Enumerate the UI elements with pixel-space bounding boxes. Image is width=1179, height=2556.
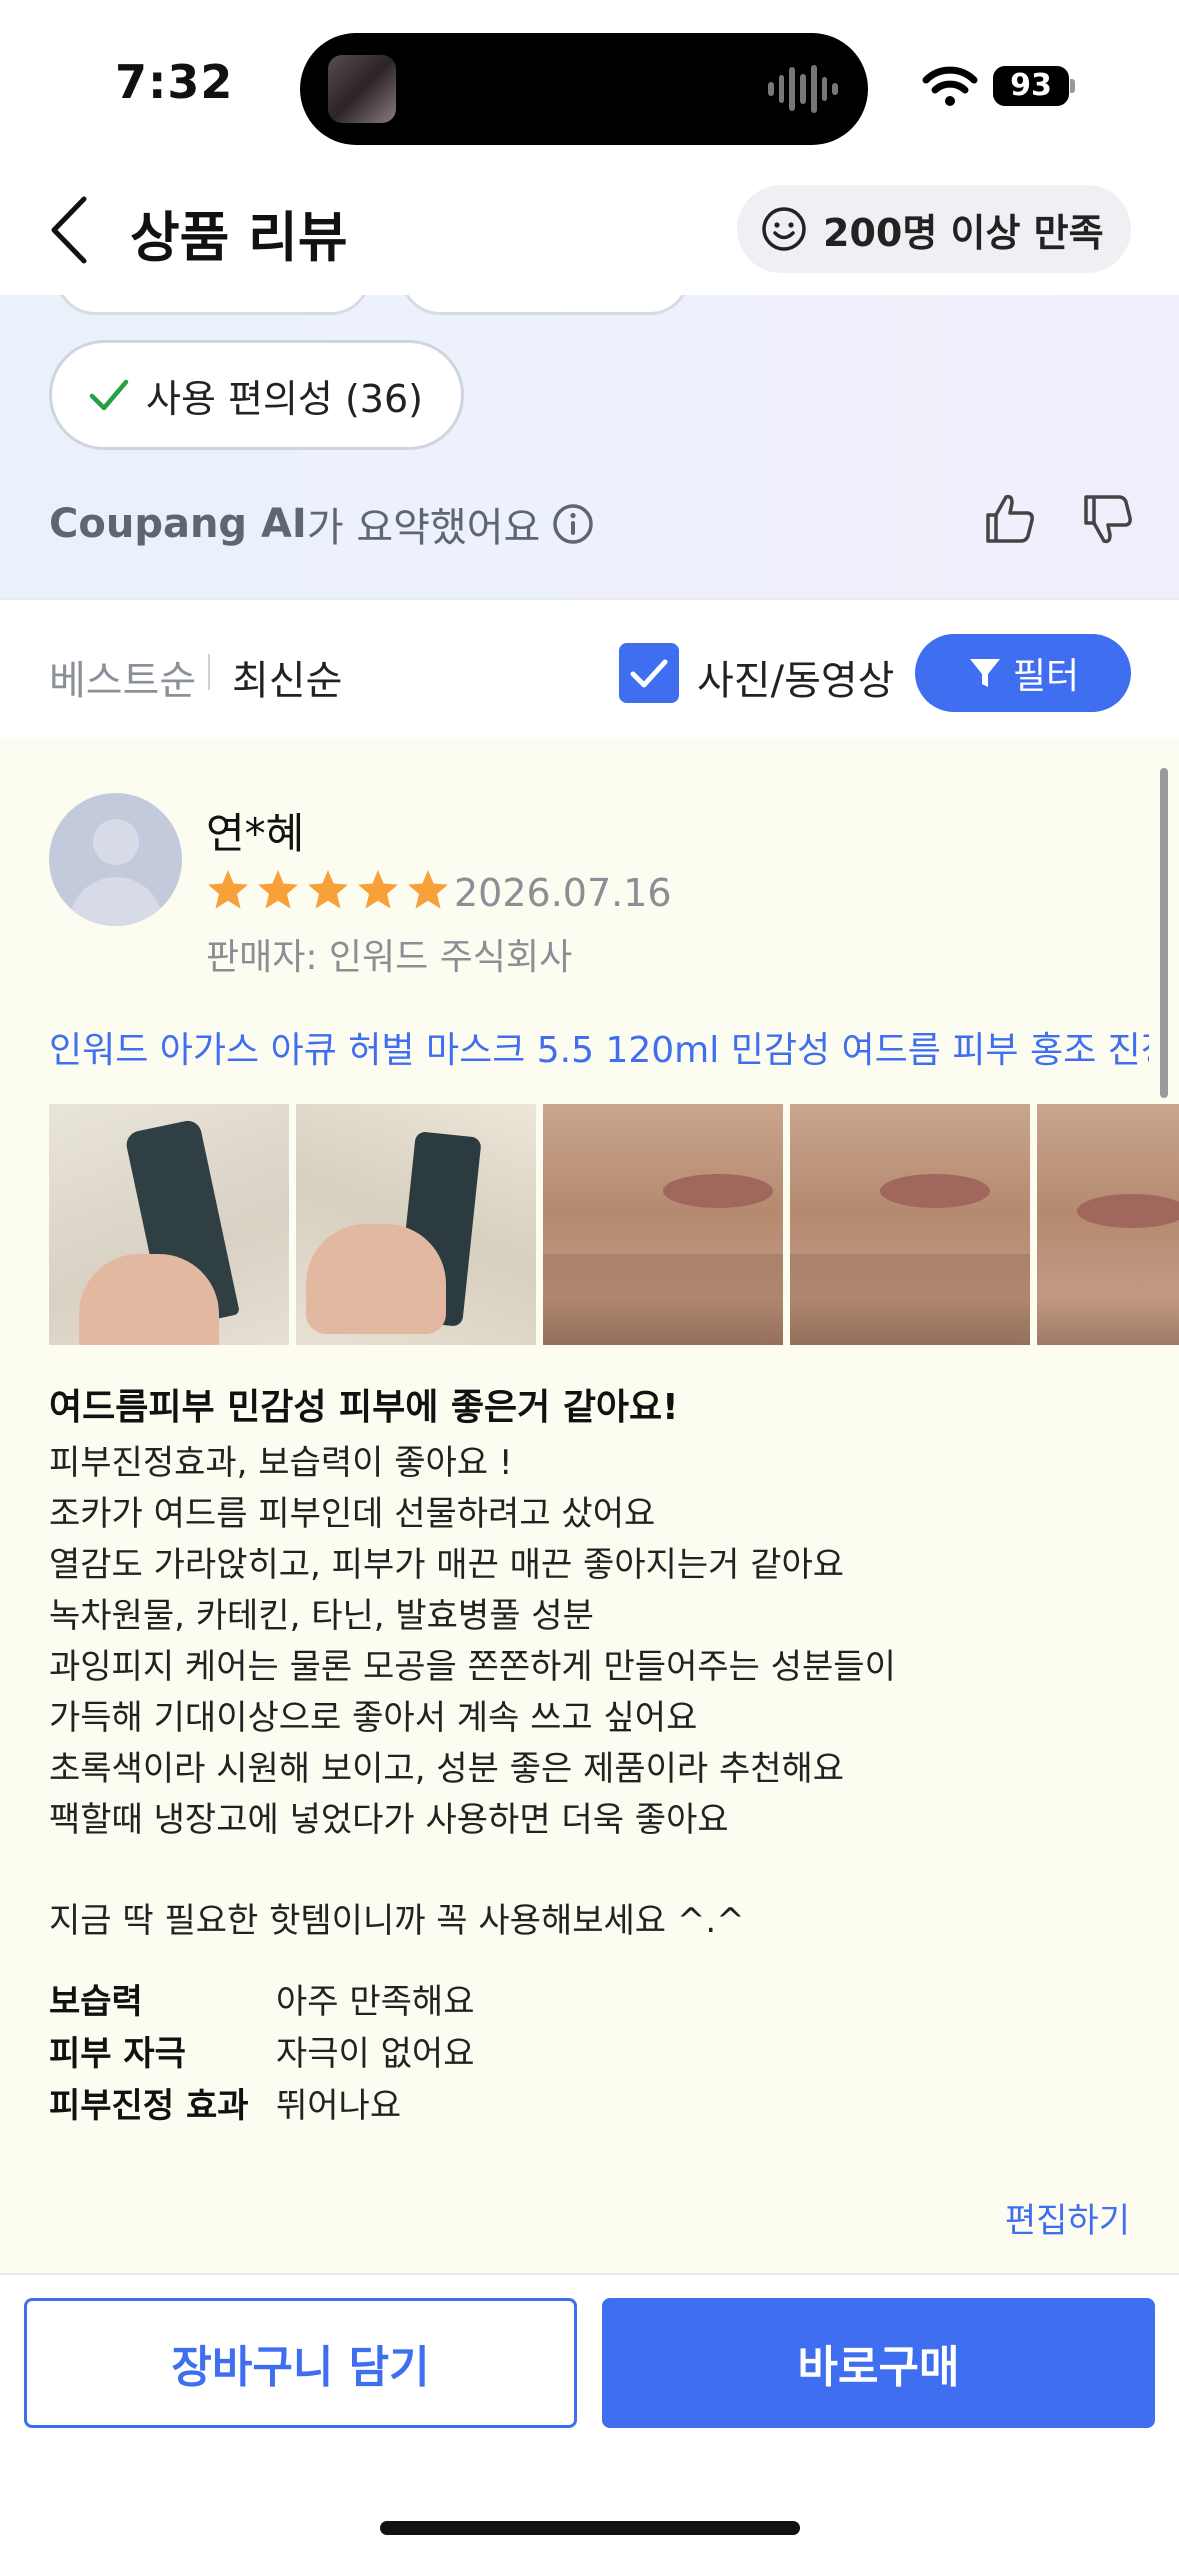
star-icon — [308, 870, 348, 909]
status-time: 7:32 — [115, 55, 234, 109]
status-bar: 7:32 93 — [0, 0, 1179, 165]
rating-value: 아주 만족해요 — [276, 1982, 475, 2022]
avatar — [49, 793, 182, 926]
photo-video-label[interactable]: 사진/동영상 — [697, 648, 894, 706]
bottom-action-bar: 장바구니 담기 바로구매 — [0, 2273, 1179, 2556]
now-playing-thumbnail — [328, 55, 396, 123]
rating-row: 피부진정 효과 뛰어나요 — [49, 2080, 475, 2132]
review-date: 2026.07.16 — [454, 871, 672, 915]
info-icon[interactable] — [552, 503, 594, 545]
review-photo-strip[interactable] — [49, 1104, 1179, 1345]
cart-label: 장바구니 담기 — [171, 2342, 430, 2393]
review-body-line: 초록색이라 시원해 보이고, 성분 좋은 제품이라 추천해요 — [49, 1749, 845, 1789]
ai-credit: Coupang AI 가 요약했어요 — [49, 495, 594, 553]
satisfaction-badge: 200명 이상 만족 — [737, 185, 1131, 273]
battery-indicator: 93 — [993, 66, 1069, 106]
ai-summary-section: 사용 편의성 (36) Coupang AI 가 요약했어요 — [0, 295, 1179, 598]
home-indicator[interactable] — [380, 2521, 800, 2535]
review-body-line: 지금 딱 필요한 핫템이니까 꼭 사용해보세요 ^.^ — [49, 1901, 745, 1941]
review-body: 피부진정효과, 보습력이 좋아요 ! 조카가 여드름 피부인데 선물하려고 샀어요… — [49, 1438, 1139, 1947]
summary-chip[interactable] — [55, 295, 371, 315]
rating-value: 뛰어나요 — [276, 2086, 402, 2126]
rating-row: 보습력 아주 만족해요 — [49, 1976, 475, 2028]
star-icon — [208, 870, 248, 909]
filter-funnel-icon — [969, 659, 1000, 687]
sort-filter-bar: 베스트순 최신순 사진/동영상 필터 — [0, 598, 1179, 738]
rating-value: 자극이 없어요 — [276, 2034, 475, 2074]
edit-link[interactable]: 편집하기 — [1005, 2193, 1130, 2242]
filter-button[interactable]: 필터 — [915, 634, 1131, 712]
star-rating — [206, 868, 450, 912]
summary-chip[interactable] — [400, 295, 690, 315]
star-icon — [408, 870, 448, 909]
review-body-line: 팩할때 냉장고에 넣었다가 사용하면 더욱 좋아요 — [49, 1800, 729, 1840]
review-body-line: 과잉피지 케어는 물론 모공을 쫀쫀하게 만들어주는 성분들이 — [49, 1647, 896, 1687]
ai-credit-text: 가 요약했어요 — [306, 505, 541, 551]
seller-name: 판매자: 인워드 주식회사 — [206, 937, 573, 978]
review-photo[interactable] — [296, 1104, 536, 1345]
review-photo[interactable] — [543, 1104, 783, 1345]
photo-video-checkbox[interactable] — [619, 643, 679, 703]
page-header: 상품 리뷰 200명 이상 만족 — [0, 165, 1179, 295]
rating-label: 피부진정 효과 — [49, 2086, 249, 2126]
filter-label: 필터 — [1012, 656, 1080, 697]
review-title: 여드름피부 민감성 피부에 좋은거 같아요! — [49, 1387, 679, 1428]
review-photo[interactable] — [49, 1104, 289, 1345]
wifi-icon — [922, 66, 978, 106]
buy-now-button[interactable]: 바로구매 — [602, 2298, 1155, 2428]
back-chevron-icon[interactable] — [40, 193, 100, 267]
review-body-line: 가득해 기대이상으로 좋아서 계속 쓰고 싶어요 — [49, 1698, 698, 1738]
thumbs-down-icon[interactable] — [1080, 491, 1136, 547]
audio-waveform-icon — [768, 63, 839, 115]
scrollbar[interactable] — [1160, 768, 1168, 1098]
review-body-line: 녹차원물, 카테킨, 타닌, 발효병풀 성분 — [49, 1596, 594, 1636]
rating-label: 피부 자극 — [49, 2034, 186, 2074]
review-body-line: 피부진정효과, 보습력이 좋아요 ! — [49, 1443, 513, 1483]
star-icon — [258, 870, 298, 909]
battery-nub — [1070, 79, 1075, 93]
rating-label: 보습력 — [49, 1982, 143, 2022]
smile-icon — [762, 207, 806, 251]
review-body-line: 열감도 가라앉히고, 피부가 매끈 매끈 좋아지는거 같아요 — [49, 1545, 845, 1585]
review-body-line: 조카가 여드름 피부인데 선물하려고 샀어요 — [49, 1494, 656, 1534]
attribute-ratings: 보습력 아주 만족해요피부 자극 자극이 없어요피부진정 효과 뛰어나요 — [49, 1976, 475, 2132]
satisfaction-text: 200명 이상 만족 — [823, 210, 1104, 255]
sort-best[interactable]: 베스트순 — [49, 648, 196, 706]
add-to-cart-button[interactable]: 장바구니 담기 — [24, 2298, 577, 2428]
review-photo[interactable] — [1037, 1104, 1179, 1345]
thumbs-up-icon[interactable] — [982, 491, 1038, 547]
chip-label: 사용 편의성 (36) — [146, 376, 423, 421]
sort-divider — [208, 654, 210, 690]
review-photo[interactable] — [790, 1104, 1030, 1345]
page-title: 상품 리뷰 — [130, 206, 348, 269]
rating-row: 피부 자극 자극이 없어요 — [49, 2028, 475, 2080]
review-body-line — [49, 1846, 1139, 1896]
buy-label: 바로구매 — [797, 2342, 960, 2393]
product-link[interactable]: 인워드 아가스 아큐 허벌 마스크 5.5 120ml 민감성 여드름 피부 홍… — [49, 1021, 1149, 1073]
check-icon — [89, 379, 129, 411]
reviewer-name: 연*혜 — [206, 809, 305, 858]
star-icon — [358, 870, 398, 909]
ai-brand: Coupang AI — [49, 501, 307, 547]
review-card: 연*혜 2026.07.16 판매자: 인워드 주식회사 인워드 아가스 아큐 … — [0, 738, 1179, 2273]
dynamic-island[interactable] — [300, 33, 868, 145]
summary-chip-usability[interactable]: 사용 편의성 (36) — [49, 340, 464, 450]
sort-latest[interactable]: 최신순 — [232, 648, 342, 706]
